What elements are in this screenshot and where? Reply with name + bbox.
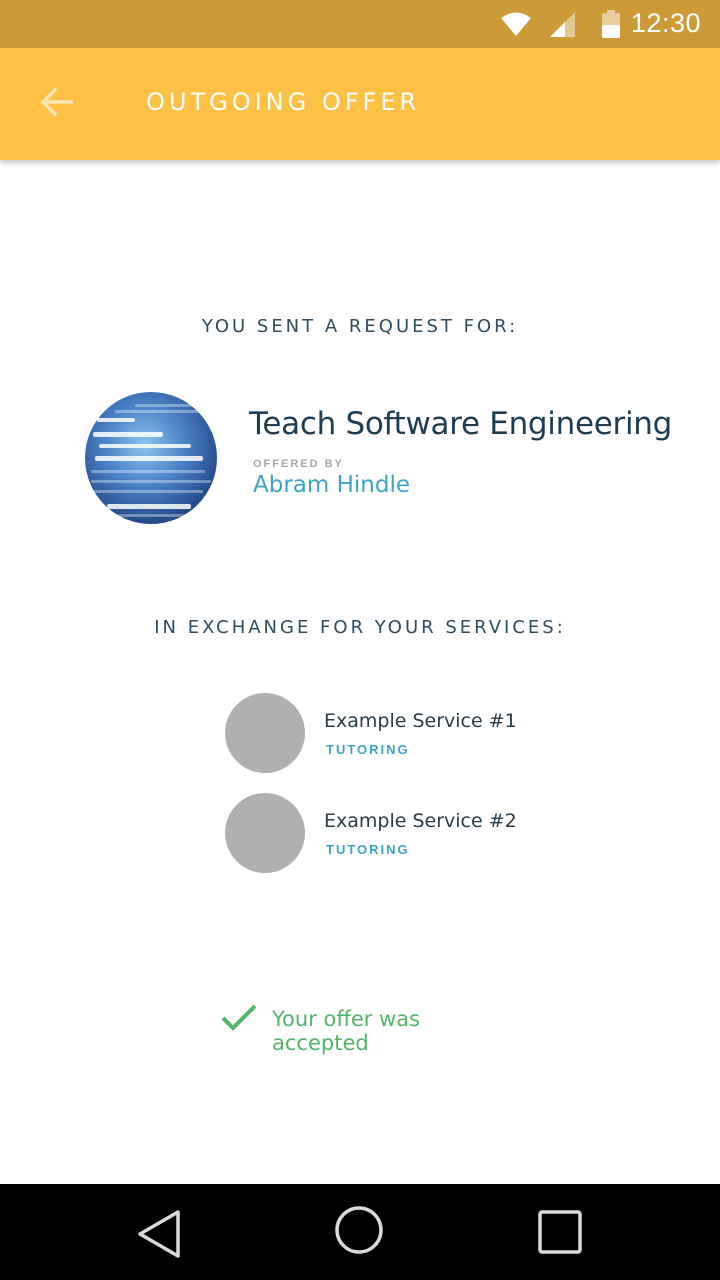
nav-home-button[interactable] bbox=[331, 1206, 387, 1262]
wifi-icon bbox=[500, 10, 532, 43]
service-avatar bbox=[225, 693, 305, 773]
exchange-heading: IN EXCHANGE FOR YOUR SERVICES: bbox=[154, 617, 566, 638]
checkmark-icon bbox=[220, 1003, 258, 1038]
cell-signal-icon bbox=[549, 12, 577, 43]
nav-back-button[interactable] bbox=[132, 1206, 188, 1262]
home-circle-icon bbox=[331, 1206, 387, 1266]
service-name: Example Service #1 bbox=[324, 710, 517, 732]
clock: 12:30 bbox=[630, 8, 701, 38]
offer-status: Your offer was accepted bbox=[220, 1003, 520, 1055]
arrow-back-icon bbox=[39, 87, 73, 122]
system-nav-bar bbox=[0, 1184, 720, 1280]
offered-by-link[interactable]: Abram Hindle bbox=[253, 472, 410, 498]
item-image[interactable] bbox=[85, 392, 217, 524]
back-button[interactable] bbox=[28, 76, 84, 132]
offer-status-text: Your offer was accepted bbox=[272, 1007, 421, 1055]
back-triangle-icon bbox=[132, 1210, 188, 1266]
service-avatar bbox=[225, 793, 305, 873]
request-heading: YOU SENT A REQUEST FOR: bbox=[201, 316, 519, 337]
status-bar: 12:30 bbox=[0, 0, 720, 48]
app-bar: OUTGOING OFFER bbox=[0, 48, 720, 160]
nav-recents-button[interactable] bbox=[533, 1206, 589, 1262]
service-name: Example Service #2 bbox=[324, 810, 517, 832]
item-title[interactable]: Teach Software Engineering bbox=[249, 406, 672, 442]
offered-by-label: OFFERED BY bbox=[253, 458, 344, 470]
recents-square-icon bbox=[533, 1210, 589, 1266]
battery-icon bbox=[602, 10, 620, 43]
service-category: TUTORING bbox=[326, 842, 410, 857]
page-title: OUTGOING OFFER bbox=[146, 88, 421, 116]
service-category: TUTORING bbox=[326, 742, 410, 757]
